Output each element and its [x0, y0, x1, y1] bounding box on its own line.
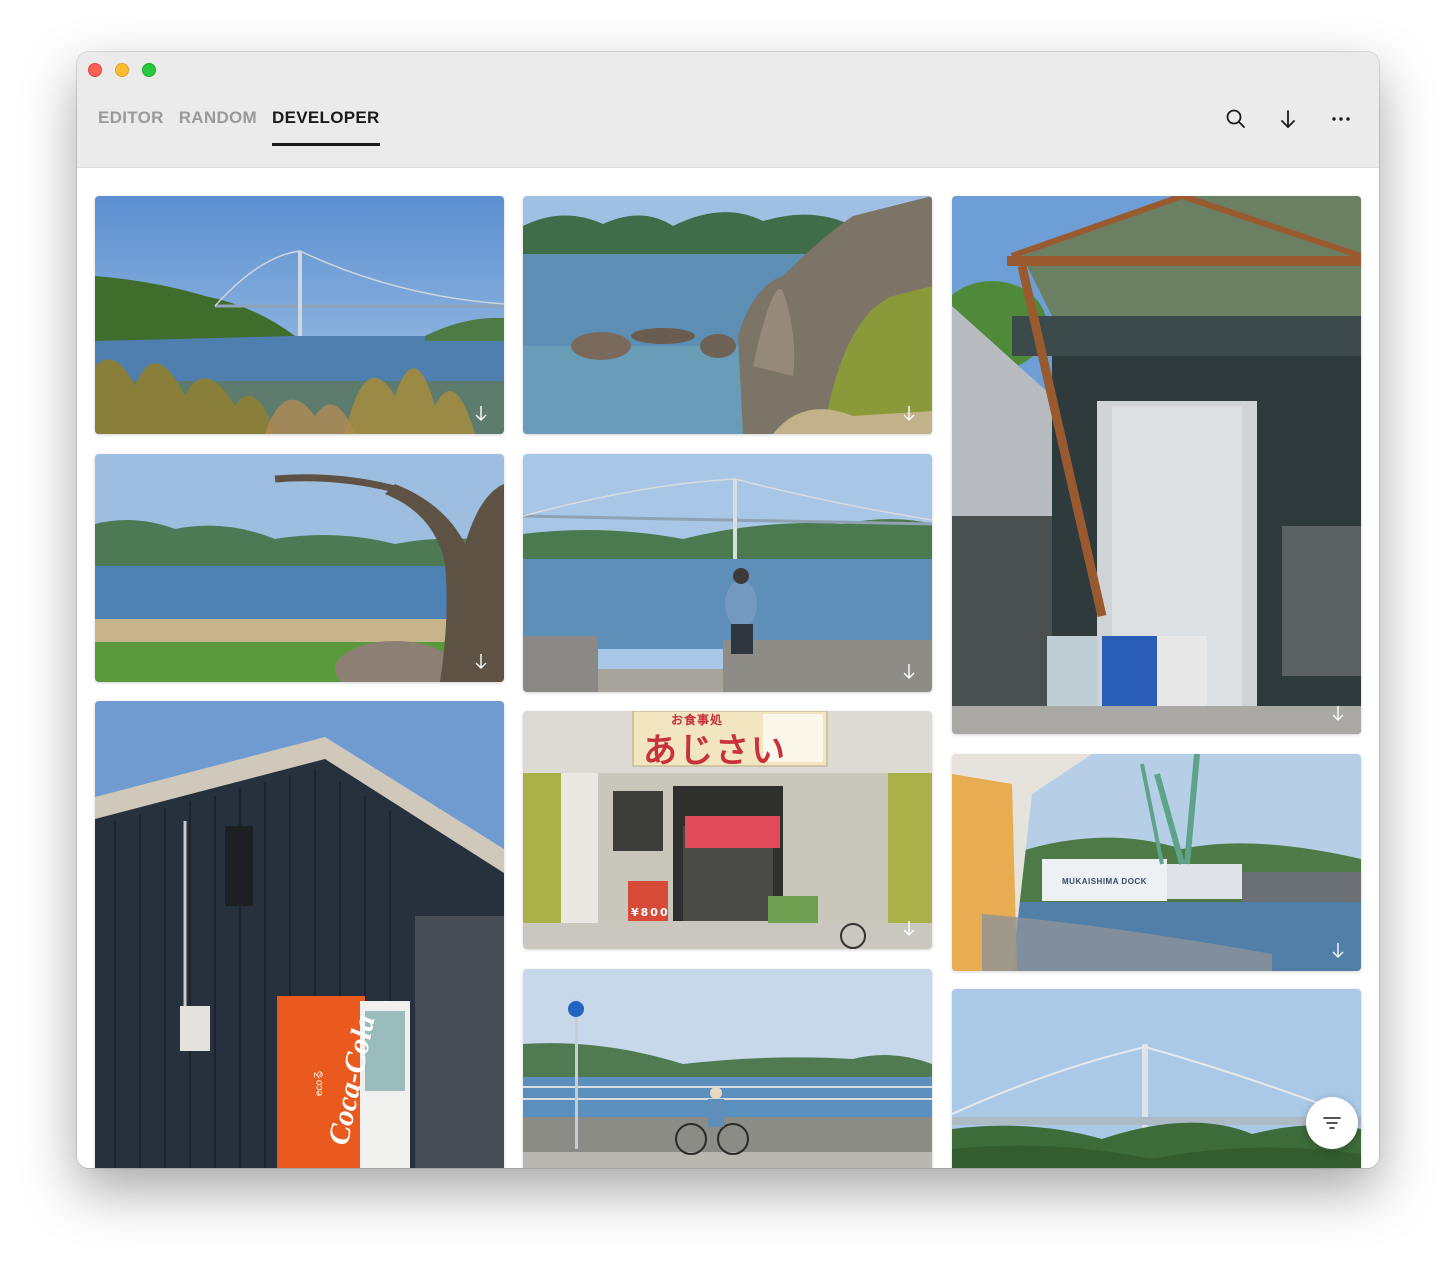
app-window: EDITOR RANDOM DEVELOPER ecoる Coca-Cola あ…: [77, 52, 1379, 1168]
tab-bar: EDITOR RANDOM DEVELOPER: [98, 107, 395, 147]
download-icon: [903, 921, 915, 936]
more-button[interactable]: [1326, 104, 1356, 134]
download-icon: [475, 406, 487, 421]
download-icon: [903, 406, 915, 421]
photo-image: [523, 454, 932, 692]
photo-image: [95, 701, 504, 1168]
tab-developer[interactable]: DEVELOPER: [272, 107, 380, 146]
photo-download-button[interactable]: [1329, 704, 1347, 722]
photo-cyclist-seawall[interactable]: [523, 969, 932, 1168]
photo-download-button[interactable]: [900, 404, 918, 422]
photo-coca-cola-machine[interactable]: ecoる Coca-Cola: [95, 701, 504, 1168]
download-icon: [1281, 110, 1295, 128]
photo-image: [952, 989, 1361, 1168]
photo-download-button[interactable]: [1329, 941, 1347, 959]
restaurant-price: ¥800: [631, 906, 670, 919]
photo-rocky-coast[interactable]: [523, 196, 932, 434]
restaurant-sign-title: あじさい: [643, 731, 787, 771]
download-icon: [1332, 943, 1344, 958]
dock-sign: MUKAISHIMA DOCK: [1062, 877, 1147, 886]
photo-tree-by-sea[interactable]: [95, 454, 504, 682]
tab-random[interactable]: RANDOM: [179, 107, 257, 145]
photo-download-button[interactable]: [900, 919, 918, 937]
search-button[interactable]: [1221, 104, 1251, 134]
photo-bridge-over-sea[interactable]: [95, 196, 504, 434]
titlebar: EDITOR RANDOM DEVELOPER: [77, 52, 1379, 168]
photo-bridge-over-hills[interactable]: [952, 989, 1361, 1168]
tab-editor[interactable]: EDITOR: [98, 107, 164, 145]
minimize-button[interactable]: [115, 63, 129, 77]
download-button[interactable]: [1273, 104, 1303, 134]
photo-image: [523, 969, 932, 1168]
photo-mukaishima-dock[interactable]: MUKAISHIMA DOCK: [952, 754, 1361, 971]
photo-image: [95, 196, 504, 434]
restaurant-sign-top: お食事処: [671, 713, 724, 727]
photo-man-facing-bridge[interactable]: [523, 454, 932, 692]
photo-download-button[interactable]: [472, 404, 490, 422]
more-icon: [1332, 117, 1350, 121]
photo-ajisai-restaurant[interactable]: あじさい お食事処 ¥800: [523, 711, 932, 949]
photo-image: [523, 196, 932, 434]
close-button[interactable]: [88, 63, 102, 77]
search-icon: [1226, 109, 1245, 128]
vending-eco-label: ecoる: [314, 1069, 325, 1096]
photo-download-button[interactable]: [472, 652, 490, 670]
download-icon: [903, 664, 915, 679]
photo-download-button[interactable]: [900, 662, 918, 680]
photo-shipyard-shed[interactable]: [952, 196, 1361, 734]
filter-button[interactable]: [1306, 1097, 1358, 1149]
filter-icon: [1323, 1117, 1341, 1129]
download-icon: [475, 654, 487, 669]
photo-grid: ecoる Coca-Cola あじさい お食事処 ¥800 MUKAISHIMA…: [77, 168, 1379, 1168]
photo-image: [952, 196, 1361, 734]
photo-image: [95, 454, 504, 682]
photo-image: [952, 754, 1361, 971]
zoom-button[interactable]: [142, 63, 156, 77]
download-icon: [1332, 706, 1344, 721]
